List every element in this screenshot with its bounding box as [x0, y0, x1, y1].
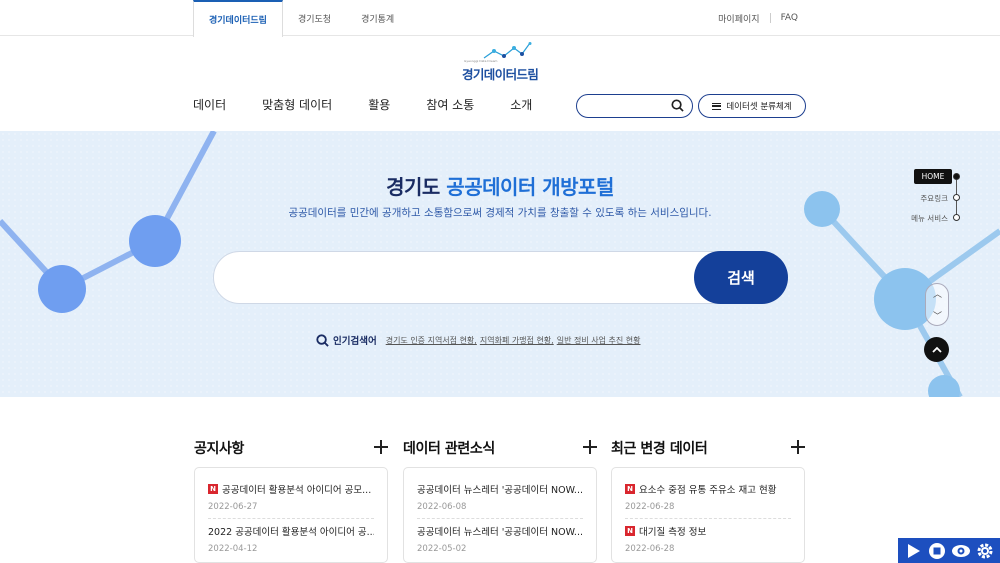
recent-data-panel: 최근 변경 데이터 N 요소수 중점 유통 주유소 재고 현황 2022-06-2… [611, 438, 805, 563]
site-tabs: 경기데이터드림 경기도청 경기통계 [193, 0, 409, 37]
panel-list: N 공공데이터 활용분석 아이디어 공모... 2022-06-27 2022 공… [194, 467, 388, 563]
new-badge: N [625, 526, 635, 536]
list-item[interactable]: 공공데이터 뉴스레터 '공공데이터 NOW... 2022-05-02 [417, 524, 583, 561]
list-item[interactable]: N 요소수 중점 유통 주유소 재고 현황 2022-06-28 [625, 482, 791, 519]
hero-subtitle: 공공데이터를 민간에 공개하고 소통함으로써 경제적 가치를 창출할 수 있도록… [288, 207, 712, 219]
site-tab-gyeonggi-province[interactable]: 경기도청 [283, 0, 346, 36]
nav-participation[interactable]: 참여 소통 [426, 96, 474, 113]
stop-icon[interactable] [927, 541, 947, 561]
nav-about[interactable]: 소개 [510, 96, 532, 113]
list-item-date: 2022-06-08 [417, 502, 467, 512]
main-navigation: 데이터 맞춤형 데이터 활용 참여 소통 소개 [193, 96, 568, 113]
plus-icon[interactable] [791, 440, 805, 454]
list-item[interactable]: 2022 공공데이터 활용분석 아이디어 공... 2022-04-12 [208, 524, 374, 561]
divider [769, 13, 771, 23]
nav-data[interactable]: 데이터 [193, 96, 226, 113]
menu-icon [712, 102, 722, 110]
chevron-up-icon [931, 346, 942, 353]
hero-title-prefix: 경기도 [386, 175, 447, 199]
list-item[interactable]: N 대기질 측정 정보 2022-06-28 [625, 524, 791, 561]
panel-list: 공공데이터 뉴스레터 '공공데이터 NOW... 2022-06-08 공공데이… [403, 467, 597, 563]
list-item-date: 2022-06-27 [208, 502, 258, 512]
search-icon[interactable] [671, 99, 684, 112]
panel-title: 공지사항 [194, 441, 244, 457]
hero-section: 경기도 공공데이터 개방포털 공공데이터를 민간에 공개하고 소통함으로써 경제… [0, 131, 1000, 397]
list-item-title: 요소수 중점 유통 주유소 재고 현황 [639, 485, 777, 496]
site-logo[interactable]: Gyeonggi Data Dream 경기데이터드림 [460, 42, 542, 82]
nav-usage[interactable]: 활용 [368, 96, 390, 113]
panel-title: 최근 변경 데이터 [611, 441, 708, 457]
eye-icon[interactable] [951, 541, 971, 561]
nav-custom-data[interactable]: 맞춤형 데이터 [262, 96, 332, 113]
scroll-top-button[interactable] [924, 337, 949, 362]
dataset-category-button[interactable]: 데이터셋 분류체계 [698, 94, 806, 118]
accessibility-toolbar [898, 538, 1000, 563]
data-news-panel: 데이터 관련소식 공공데이터 뉴스레터 '공공데이터 NOW... 2022-0… [403, 438, 597, 563]
side-nav-dot[interactable] [953, 214, 960, 221]
list-item-date: 2022-05-02 [417, 544, 467, 554]
list-item-title: 2022 공공데이터 활용분석 아이디어 공... [208, 527, 374, 538]
plus-icon[interactable] [374, 440, 388, 454]
notice-panel: 공지사항 N 공공데이터 활용분석 아이디어 공모... 2022-06-27 2… [194, 438, 388, 563]
list-item-date: 2022-06-28 [625, 502, 675, 512]
popular-keywords-label: 인기검색어 [333, 336, 377, 347]
side-nav-main-links[interactable]: 주요링크 [900, 193, 948, 204]
site-tab-gyeonggi-statistics[interactable]: 경기통계 [346, 0, 409, 36]
dataset-category-label: 데이터셋 분류체계 [726, 102, 792, 112]
side-nav-home[interactable]: HOME [914, 169, 952, 184]
hero-title: 경기도 공공데이터 개방포털 [0, 171, 1000, 200]
logo-subtitle: Gyeonggi Data Dream [464, 59, 498, 63]
faq-link[interactable]: FAQ [781, 13, 798, 23]
chevron-up-icon[interactable]: ︿ [933, 287, 942, 300]
gear-icon[interactable] [975, 541, 995, 561]
list-item-title: 공공데이터 뉴스레터 '공공데이터 NOW... [417, 527, 583, 538]
list-item-title: 공공데이터 활용분석 아이디어 공모... [222, 485, 372, 496]
popular-keyword-link[interactable]: 경기도 인증 지역서점 현황, [386, 335, 477, 346]
util-links: 마이페이지 FAQ [718, 0, 798, 36]
panel-title: 데이터 관련소식 [403, 441, 495, 457]
new-badge: N [625, 484, 635, 494]
list-item-title: 공공데이터 뉴스레터 '공공데이터 NOW... [417, 485, 583, 496]
popular-keywords: 인기검색어 경기도 인증 지역서점 현황, 지역화폐 가맹점 현황, 일반 정비… [316, 333, 644, 347]
hero-title-highlight: 공공데이터 개방포털 [446, 175, 614, 199]
search-icon [316, 333, 329, 347]
panel-list: N 요소수 중점 유통 주유소 재고 현황 2022-06-28 N 대기질 측정 … [611, 467, 805, 563]
list-item-title: 대기질 측정 정보 [639, 527, 707, 538]
mypage-link[interactable]: 마이페이지 [718, 12, 759, 25]
main-search-button[interactable]: 검색 [694, 251, 788, 304]
side-nav-dot[interactable] [953, 173, 960, 180]
new-badge: N [208, 484, 218, 494]
list-item-date: 2022-04-12 [208, 544, 258, 554]
plus-icon[interactable] [583, 440, 597, 454]
chevron-down-icon[interactable]: ﹀ [933, 309, 942, 322]
popular-keyword-link[interactable]: 지역화폐 가맹점 현황, [480, 335, 554, 346]
list-item[interactable]: N 공공데이터 활용분석 아이디어 공모... 2022-06-27 [208, 482, 374, 519]
play-icon[interactable] [903, 541, 923, 561]
logo-text: 경기데이터드림 [462, 67, 539, 82]
list-item-date: 2022-06-28 [625, 544, 675, 554]
site-tab-data-dream[interactable]: 경기데이터드림 [193, 0, 283, 37]
top-utility-bar: 경기데이터드림 경기도청 경기통계 마이페이지 FAQ [0, 0, 1000, 37]
side-nav-dot[interactable] [953, 194, 960, 201]
popular-keyword-link[interactable]: 일반 정비 사업 추진 현황 [557, 335, 641, 346]
header-search-input[interactable] [576, 94, 693, 118]
side-nav-menu-service[interactable]: 메뉴 서비스 [900, 213, 948, 224]
list-item[interactable]: 공공데이터 뉴스레터 '공공데이터 NOW... 2022-06-08 [417, 482, 583, 519]
scroll-control[interactable]: ︿ ﹀ [925, 283, 949, 326]
